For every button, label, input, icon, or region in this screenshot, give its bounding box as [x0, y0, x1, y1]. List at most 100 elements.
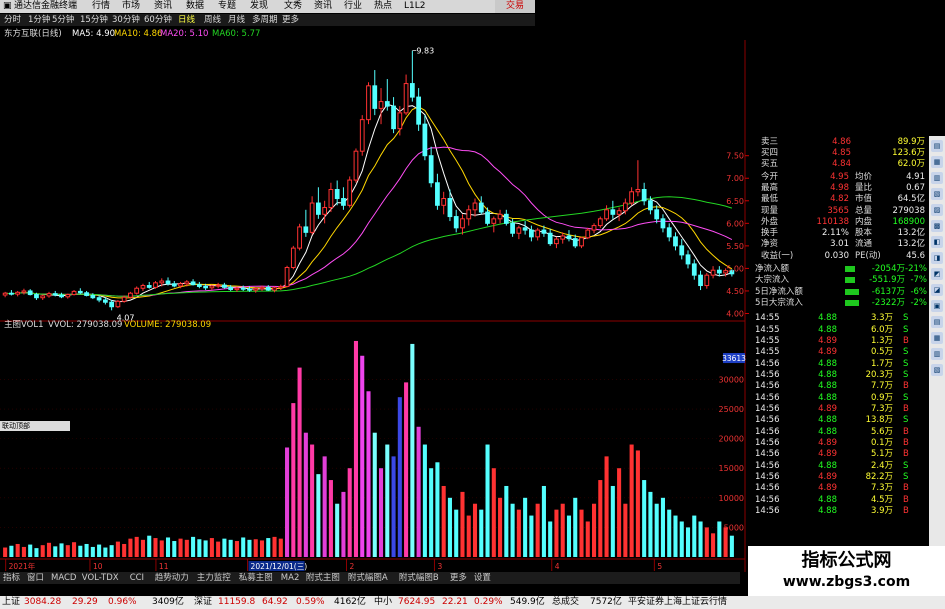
trade-button[interactable]: 交易 — [495, 0, 535, 13]
candle-body[interactable] — [673, 236, 678, 247]
candle-body[interactable] — [102, 299, 108, 303]
volume-bar[interactable] — [140, 539, 145, 557]
volume-bar[interactable] — [28, 544, 33, 557]
volume-bar[interactable] — [447, 497, 452, 557]
candle-body[interactable] — [59, 294, 64, 298]
candle-body[interactable] — [485, 211, 490, 224]
tick-row[interactable]: 14:56 4.88 2.4万 S — [753, 460, 929, 472]
tool-icon[interactable]: ◪ — [931, 284, 943, 296]
volume-bar[interactable] — [510, 503, 515, 557]
candle-body[interactable] — [21, 290, 27, 293]
candle-body[interactable] — [372, 85, 378, 109]
volume-bar[interactable] — [667, 509, 672, 557]
candle-body[interactable] — [165, 280, 171, 285]
volume-bar[interactable] — [585, 521, 590, 557]
volume-bar[interactable] — [548, 521, 553, 557]
volume-bar[interactable] — [679, 521, 684, 557]
candle-body[interactable] — [316, 202, 321, 215]
indicator-tab[interactable]: 附式幅图B — [399, 572, 439, 584]
candle-body[interactable] — [234, 287, 240, 291]
candle-body[interactable] — [272, 287, 277, 291]
indicator-tab[interactable]: 主力监控 — [197, 572, 231, 584]
tick-row[interactable]: 14:56 4.89 7.3万 B — [753, 482, 929, 494]
candle-body[interactable] — [591, 225, 597, 231]
volume-bar[interactable] — [178, 538, 183, 557]
candle-body[interactable] — [384, 101, 390, 107]
candle-body[interactable] — [654, 209, 660, 220]
volume-bar[interactable] — [516, 509, 521, 557]
volume-bar[interactable] — [97, 544, 102, 557]
volume-bar[interactable] — [454, 509, 459, 557]
candle-body[interactable] — [90, 294, 96, 299]
tool-icon[interactable]: ▩ — [931, 220, 943, 232]
tool-icon[interactable]: ▥ — [931, 172, 943, 184]
period-tab[interactable]: 15分钟 — [80, 14, 108, 26]
candle-body[interactable] — [416, 96, 421, 125]
volume-bar[interactable] — [623, 503, 628, 557]
candle-body[interactable] — [466, 209, 472, 220]
candle-body[interactable] — [622, 202, 628, 212]
tick-row[interactable]: 14:55 4.89 1.3万 B — [753, 335, 929, 347]
volume-bar[interactable] — [322, 456, 327, 557]
candle-body[interactable] — [2, 292, 8, 296]
volume-bar[interactable] — [429, 468, 434, 557]
indicator-tab[interactable]: MA2 — [281, 572, 300, 584]
volume-bar[interactable] — [704, 527, 709, 557]
volume-bar[interactable] — [729, 535, 734, 557]
volume-bar[interactable] — [404, 382, 409, 557]
volume-bar[interactable] — [147, 535, 152, 557]
candle-body[interactable] — [403, 83, 409, 114]
volume-bar[interactable] — [259, 540, 265, 557]
candle-body[interactable] — [215, 284, 221, 287]
candle-body[interactable] — [140, 285, 146, 289]
volume-bar[interactable] — [635, 450, 640, 557]
candle-body[interactable] — [510, 222, 515, 234]
candle-body[interactable] — [610, 209, 616, 215]
volume-bar[interactable] — [90, 546, 95, 557]
tick-row[interactable]: 14:55 4.88 3.3万 S — [753, 312, 929, 324]
volume-bar[interactable] — [103, 547, 108, 557]
candle-body[interactable] — [159, 280, 165, 284]
candle-body[interactable] — [109, 301, 115, 308]
candle-body[interactable] — [604, 209, 609, 220]
volume-bar[interactable] — [222, 538, 227, 557]
volume-bar[interactable] — [698, 521, 703, 557]
candle-body[interactable] — [460, 218, 465, 229]
candle-body[interactable] — [447, 198, 453, 218]
volume-bar[interactable] — [685, 527, 691, 557]
menu-item[interactable]: 专题 — [218, 0, 236, 13]
volume-bar[interactable] — [115, 541, 120, 557]
candle-body[interactable] — [153, 282, 158, 288]
volume-bar[interactable] — [165, 537, 171, 557]
tick-row[interactable]: 14:56 4.88 5.6万 B — [753, 426, 929, 438]
volume-bar[interactable] — [341, 491, 346, 557]
indicator-tab[interactable]: CCI — [130, 572, 144, 584]
tool-icon[interactable]: ▧ — [931, 188, 943, 200]
volume-bar[interactable] — [203, 540, 208, 557]
volume-bar[interactable] — [84, 543, 89, 557]
tool-icon[interactable]: ▣ — [931, 300, 943, 312]
sz-label[interactable]: 深证 — [194, 596, 212, 609]
volume-bar[interactable] — [59, 543, 64, 557]
volume-bar[interactable] — [642, 480, 647, 557]
volume-bar[interactable] — [491, 468, 496, 557]
volume-bar[interactable] — [466, 515, 471, 557]
tool-icon[interactable]: ◩ — [931, 268, 943, 280]
volume-bar[interactable] — [360, 355, 365, 557]
volume-bar[interactable] — [385, 444, 390, 557]
candle-body[interactable] — [635, 189, 641, 193]
candle-body[interactable] — [190, 281, 196, 286]
volume-bar[interactable] — [335, 503, 340, 557]
volume-bar[interactable] — [566, 515, 572, 557]
candle-body[interactable] — [15, 291, 21, 295]
candle-body[interactable] — [341, 198, 346, 206]
volume-bar[interactable] — [573, 497, 578, 557]
kline-chart[interactable]: 9.834.07 7.507.006.506.005.505.004.504.0… — [0, 40, 753, 572]
volume-bar[interactable] — [711, 533, 716, 557]
candle-body[interactable] — [52, 293, 58, 296]
tool-icon[interactable]: ▨ — [931, 204, 943, 216]
volume-bar[interactable] — [191, 536, 196, 557]
tick-row[interactable]: 14:56 4.88 20.3万 S — [753, 369, 929, 381]
volume-bar[interactable] — [134, 536, 139, 557]
candle-body[interactable] — [115, 300, 121, 308]
